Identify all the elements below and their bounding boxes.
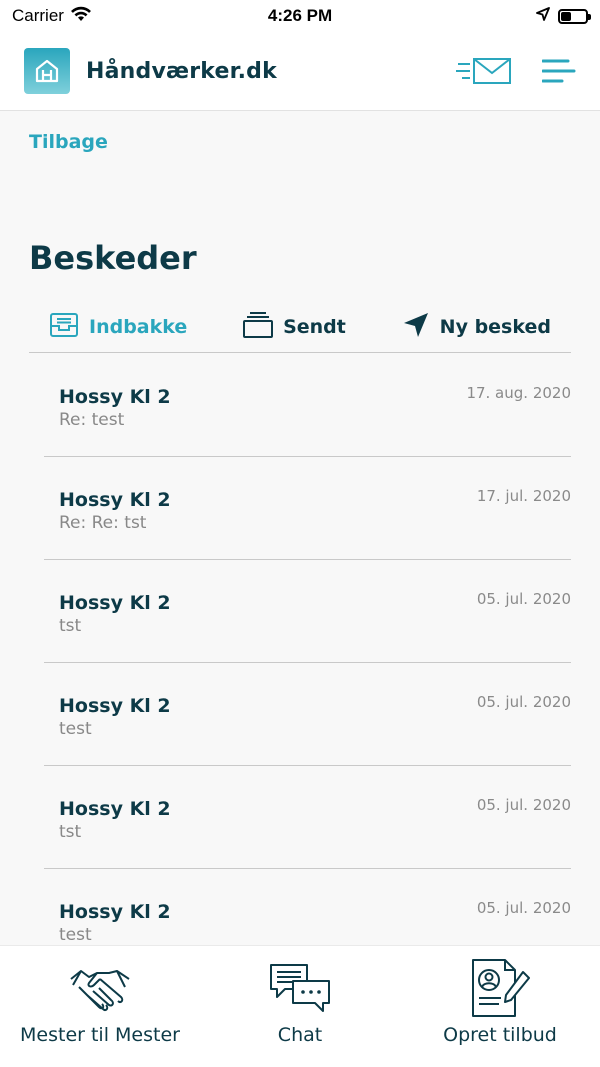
navigation-arrow-icon [402, 311, 430, 344]
back-link[interactable]: Tilbage [29, 131, 108, 153]
list-item[interactable]: Hossy Kl 2 Re: Re: tst 17. jul. 2020 [44, 457, 571, 560]
message-list: Hossy Kl 2 Re: test 17. aug. 2020 Hossy … [44, 354, 571, 945]
message-date: 05. jul. 2020 [476, 693, 571, 711]
wifi-icon [70, 6, 92, 27]
page-title: Beskeder [29, 239, 197, 277]
bottom-nav: Mester til Mester Chat Opret tilbud [0, 945, 600, 1067]
status-bar: Carrier 4:26 PM [0, 0, 600, 32]
message-date: 17. jul. 2020 [476, 487, 571, 505]
tab-new-message-label: Ny besked [439, 316, 551, 338]
message-tabs: Indbakke Sendt Ny besked [29, 307, 571, 353]
message-sender: Hossy Kl 2 [59, 901, 171, 923]
message-subject: test [59, 719, 92, 739]
nav-chat[interactable]: Chat [200, 946, 400, 1067]
nav-label: Chat [277, 1024, 323, 1046]
list-item[interactable]: Hossy Kl 2 test 05. jul. 2020 [44, 869, 571, 945]
message-date: 05. jul. 2020 [476, 899, 571, 917]
nav-opret-tilbud[interactable]: Opret tilbud [400, 946, 600, 1067]
tab-sent[interactable]: Sendt [243, 307, 346, 347]
message-sender: Hossy Kl 2 [59, 695, 171, 717]
location-arrow-icon [536, 6, 550, 26]
menu-icon[interactable] [542, 57, 576, 85]
message-subject: Re: Re: tst [59, 513, 147, 533]
status-left: Carrier [12, 6, 92, 27]
house-logo-icon[interactable] [24, 48, 70, 94]
tab-new-message[interactable]: Ny besked [402, 307, 551, 347]
tab-sent-label: Sendt [283, 316, 346, 338]
nav-mester-til-mester[interactable]: Mester til Mester [0, 946, 200, 1067]
message-date: 05. jul. 2020 [476, 590, 571, 608]
message-sender: Hossy Kl 2 [59, 592, 171, 614]
message-sender: Hossy Kl 2 [59, 489, 171, 511]
chat-bubbles-icon [269, 958, 331, 1018]
brand-name: Håndværker.dk [86, 58, 277, 84]
battery-icon [558, 8, 591, 24]
tab-inbox[interactable]: Indbakke [49, 307, 187, 347]
content-area: Tilbage Beskeder Indbakke Sendt Ny beske… [0, 111, 600, 945]
list-item[interactable]: Hossy Kl 2 test 05. jul. 2020 [44, 663, 571, 766]
document-profile-pen-icon [469, 958, 531, 1018]
list-item[interactable]: Hossy Kl 2 tst 05. jul. 2020 [44, 766, 571, 869]
header-actions [456, 56, 576, 86]
message-subject: test [59, 925, 92, 945]
message-date: 05. jul. 2020 [476, 796, 571, 814]
message-sender: Hossy Kl 2 [59, 798, 171, 820]
nav-label: Opret tilbud [443, 1024, 557, 1046]
app-header: Håndværker.dk [0, 32, 600, 111]
tab-inbox-label: Indbakke [89, 316, 188, 338]
list-item[interactable]: Hossy Kl 2 Re: test 17. aug. 2020 [44, 354, 571, 457]
message-sender: Hossy Kl 2 [59, 386, 171, 408]
list-item[interactable]: Hossy Kl 2 tst 05. jul. 2020 [44, 560, 571, 663]
inbox-icon [49, 312, 79, 343]
message-subject: tst [59, 822, 82, 842]
handshake-icon [69, 958, 131, 1018]
message-subject: Re: test [59, 410, 125, 430]
sent-stack-icon [243, 311, 274, 344]
message-date: 17. aug. 2020 [466, 384, 571, 402]
mail-send-icon[interactable] [456, 56, 512, 86]
carrier-label: Carrier [12, 6, 64, 25]
nav-label: Mester til Mester [20, 1024, 180, 1046]
message-subject: tst [59, 616, 82, 636]
status-right [536, 6, 591, 26]
